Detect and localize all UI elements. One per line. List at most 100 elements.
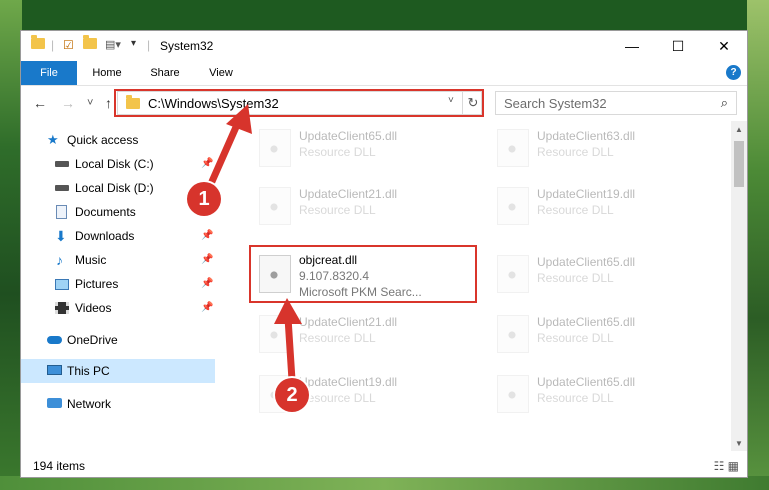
star-icon: ★ [47,132,59,147]
dll-file-icon [259,315,291,353]
folder-icon [31,35,45,54]
tab-share[interactable]: Share [139,61,191,85]
scroll-up-arrow-icon[interactable]: ▲ [735,125,743,134]
separator: | [51,38,55,52]
up-button[interactable]: ↑ [105,95,112,111]
sidebar-item-music[interactable]: ♪ Music 📌 [55,249,215,271]
vertical-scrollbar[interactable]: ▲ ▼ [731,121,747,451]
music-icon: ♪ [56,252,63,268]
minimize-button[interactable]: — [609,31,655,61]
sidebar-item-label: Pictures [75,277,119,291]
list-item[interactable]: UpdateClient19.dll Resource DLL [489,179,719,233]
list-item[interactable]: UpdateClient65.dll Resource DLL [489,247,719,301]
scrollbar-thumb[interactable] [734,141,744,187]
properties-icon[interactable]: ☑ [63,38,74,54]
window-title: System32 [160,39,214,53]
sidebar-item-label: Local Disk (C:) [75,157,154,171]
sidebar-item-label: Quick access [67,133,139,147]
dll-file-icon [497,375,529,413]
back-button[interactable]: ← [33,95,47,111]
file-name: UpdateClient63.dll [537,129,636,143]
network-icon [47,398,62,408]
ribbon-tabs: File Home Share View ? [21,61,747,86]
callout-badge-2: 2 [275,378,309,412]
file-name: UpdateClient21.dll [299,315,398,329]
file-description: Resource DLL [299,145,376,159]
sidebar-item-label: Videos [75,301,112,315]
file-description: Resource DLL [299,331,376,345]
recent-locations-button[interactable]: ˅ [87,97,93,109]
desktop-background-right [747,0,769,490]
search-box[interactable]: Search System32 ⌕ [495,91,737,115]
customize-quick-access-icon[interactable]: ▤▾ [105,38,121,54]
file-highlight-box [249,245,477,303]
file-description: Resource DLL [299,391,376,405]
list-item[interactable]: UpdateClient21.dll Resource DLL [251,179,481,233]
documents-icon [56,205,67,219]
close-button[interactable]: ✕ [701,31,747,61]
list-item[interactable]: UpdateClient63.dll Resource DLL [489,121,719,175]
file-name: UpdateClient65.dll [299,129,398,143]
dll-file-icon [497,187,529,225]
quick-access-dropdown-icon[interactable]: ▾ [131,38,136,54]
maximize-button[interactable]: ☐ [655,31,701,61]
dll-file-icon [497,315,529,353]
file-description: Resource DLL [537,203,614,217]
sidebar-item-label: Downloads [75,229,135,243]
pictures-icon [55,279,69,290]
view-toggle-icons[interactable]: ☷ ▦ [714,459,739,473]
list-item[interactable]: UpdateClient65.dll Resource DLL [489,307,719,361]
help-icon[interactable]: ? [726,65,741,80]
sidebar-item-label: This PC [67,364,110,378]
navigation-pane: ★ Quick access Local Disk (C:) 📌 Local D… [21,121,215,451]
separator: | [147,38,151,52]
downloads-icon: ⬇ [55,228,67,244]
desktop-background-left [0,0,22,490]
scroll-down-arrow-icon[interactable]: ▼ [735,439,743,448]
file-name: UpdateClient19.dll [537,187,636,201]
file-description: Resource DLL [537,145,614,159]
computer-icon [47,365,62,375]
forward-button[interactable]: → [61,95,75,111]
sidebar-item-label: Music [75,253,107,267]
sidebar-item-label: Network [67,397,112,411]
videos-icon [55,302,69,314]
file-name: UpdateClient65.dll [537,255,636,269]
file-name: UpdateClient65.dll [537,375,636,389]
sidebar-item-local-disk-c[interactable]: Local Disk (C:) 📌 [55,153,215,175]
callout-badge-1: 1 [187,182,221,216]
file-description: Resource DLL [537,271,614,285]
search-input[interactable]: Search System32 [504,96,607,111]
new-folder-icon[interactable] [83,35,97,54]
sidebar-item-network[interactable]: Network [47,393,215,415]
list-item[interactable]: UpdateClient65.dll Resource DLL [251,121,481,175]
item-count: 194 items [33,459,86,473]
list-item[interactable]: UpdateClient21.dll Resource DLL [251,307,481,361]
file-description: Resource DLL [537,391,614,405]
drive-icon [55,185,69,191]
sidebar-item-this-pc[interactable]: This PC [47,360,215,382]
sidebar-item-quick-access[interactable]: ★ Quick access [47,129,215,151]
file-description: Resource DLL [299,203,376,217]
search-icon[interactable]: ⌕ [721,95,728,111]
file-name: UpdateClient65.dll [537,315,636,329]
tab-view[interactable]: View [195,61,247,85]
sidebar-item-videos[interactable]: Videos 📌 [55,297,215,319]
address-highlight-box [114,89,484,117]
sidebar-item-label: OneDrive [67,333,118,347]
tab-file[interactable]: File [21,61,77,85]
pin-icon: 📌 [201,278,214,289]
desktop-background-bottom [0,476,769,490]
sidebar-item-pictures[interactable]: Pictures 📌 [55,273,215,295]
pin-icon: 📌 [201,230,214,241]
sidebar-item-onedrive[interactable]: OneDrive [47,329,215,351]
title-bar: | ☑ ▤▾ ▾ | System32 — ☐ ✕ [21,31,747,61]
sidebar-item-label: Documents [75,205,136,219]
dll-file-icon [497,255,529,293]
sidebar-item-downloads[interactable]: ⬇ Downloads 📌 [55,225,215,247]
tab-home[interactable]: Home [81,61,133,85]
list-item[interactable]: UpdateClient65.dll Resource DLL [489,367,719,421]
file-name: UpdateClient21.dll [299,187,398,201]
list-item-objcreat[interactable]: objcreat.dll 9.107.8320.4 Microsoft PKM … [249,245,481,305]
drive-icon [55,161,69,167]
